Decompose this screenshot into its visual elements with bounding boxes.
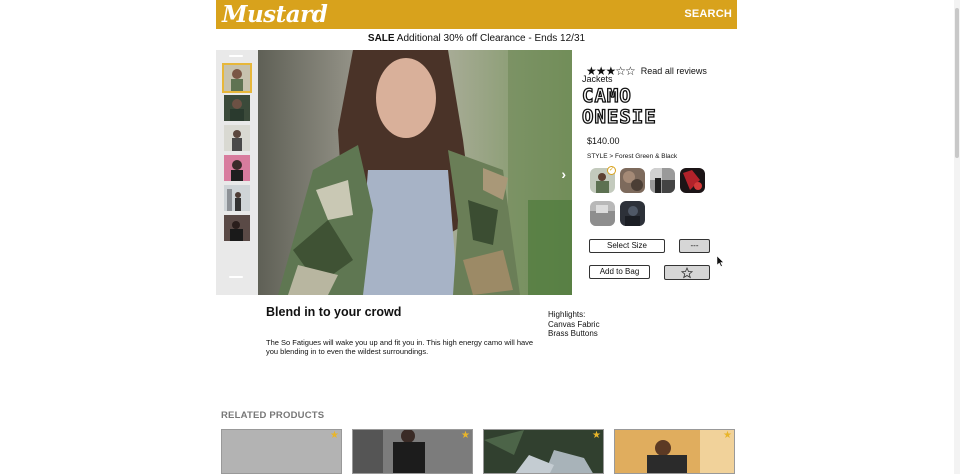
swatch-4[interactable] [680, 168, 705, 193]
related-product-card[interactable]: ★ [483, 429, 604, 474]
favorite-star-icon[interactable]: ★ [592, 430, 601, 441]
favorite-button[interactable] [664, 265, 710, 280]
product-title-line1: CAMO [581, 85, 632, 107]
thumbnail-rail [216, 50, 258, 295]
selected-check-icon: ✓ [607, 166, 616, 175]
related-products-heading: RELATED PRODUCTS [221, 410, 325, 421]
sale-banner: SALE Additional 30% off Clearance - Ends… [216, 33, 737, 44]
sale-text: Additional 30% off Clearance - Ends 12/3… [394, 33, 586, 44]
site-header: Mustard SEARCH [216, 0, 737, 29]
rail-down-arrow[interactable] [229, 276, 243, 278]
product-title: CAMO ONESIE [581, 85, 682, 128]
chevron-right-icon[interactable]: › [561, 166, 566, 182]
swatch-5[interactable] [590, 201, 615, 226]
related-product-image [615, 430, 734, 473]
thumbnail-6[interactable] [224, 215, 250, 241]
related-product-card[interactable]: ★ [614, 429, 735, 474]
sale-label: SALE [367, 33, 395, 44]
description-body: The So Fatigues will wake you up and fit… [266, 338, 534, 356]
product-category[interactable]: Jackets [582, 74, 613, 84]
select-size-button[interactable]: Select Size [589, 239, 665, 253]
related-product-image [484, 430, 603, 473]
page-scrollbar[interactable] [954, 0, 960, 474]
related-product-card[interactable]: ★ [352, 429, 473, 474]
favorite-star-icon[interactable]: ★ [723, 430, 732, 441]
product-price: $140.00 [587, 136, 620, 146]
star-outline-icon [680, 266, 694, 279]
rail-up-arrow[interactable] [229, 55, 243, 57]
related-product-card[interactable]: ★ [221, 429, 342, 474]
thumbnail-5[interactable] [224, 185, 250, 211]
hero-image[interactable]: › [258, 50, 572, 295]
thumbnail-3[interactable] [224, 125, 250, 151]
swatch-6[interactable] [620, 201, 645, 226]
swatch-2[interactable] [620, 168, 645, 193]
hero-photo [258, 50, 572, 295]
add-to-bag-button[interactable]: Add to Bag [589, 265, 650, 279]
highlight-item: Canvas Fabric [548, 319, 600, 329]
thumbnail-2[interactable] [224, 95, 250, 121]
site-logo[interactable]: Mustard [222, 1, 328, 28]
product-page: Mustard SEARCH SALE Additional 30% off C… [0, 0, 960, 474]
swatch-3[interactable] [650, 168, 675, 193]
read-reviews-link[interactable]: Read all reviews [641, 66, 707, 76]
highlight-item: Brass Buttons [548, 329, 598, 338]
highlights: Highlights: Canvas Fabric Brass Buttons [548, 310, 600, 339]
thumbnail-1[interactable] [222, 63, 252, 93]
thumbnail-4[interactable] [224, 155, 250, 181]
related-product-image [353, 430, 472, 473]
highlights-label: Highlights: [548, 310, 586, 319]
scrollbar-thumb[interactable] [955, 8, 959, 158]
mouse-cursor-icon [717, 256, 725, 267]
description-heading: Blend in to your crowd [266, 305, 402, 319]
favorite-star-icon[interactable]: ★ [330, 430, 339, 441]
search-link[interactable]: SEARCH [684, 8, 732, 20]
quantity-select[interactable]: --- [679, 239, 710, 253]
style-label: STYLE > Forest Green & Black [587, 153, 678, 160]
favorite-star-icon[interactable]: ★ [461, 430, 470, 441]
product-title-line2: ONESIE [581, 106, 657, 128]
